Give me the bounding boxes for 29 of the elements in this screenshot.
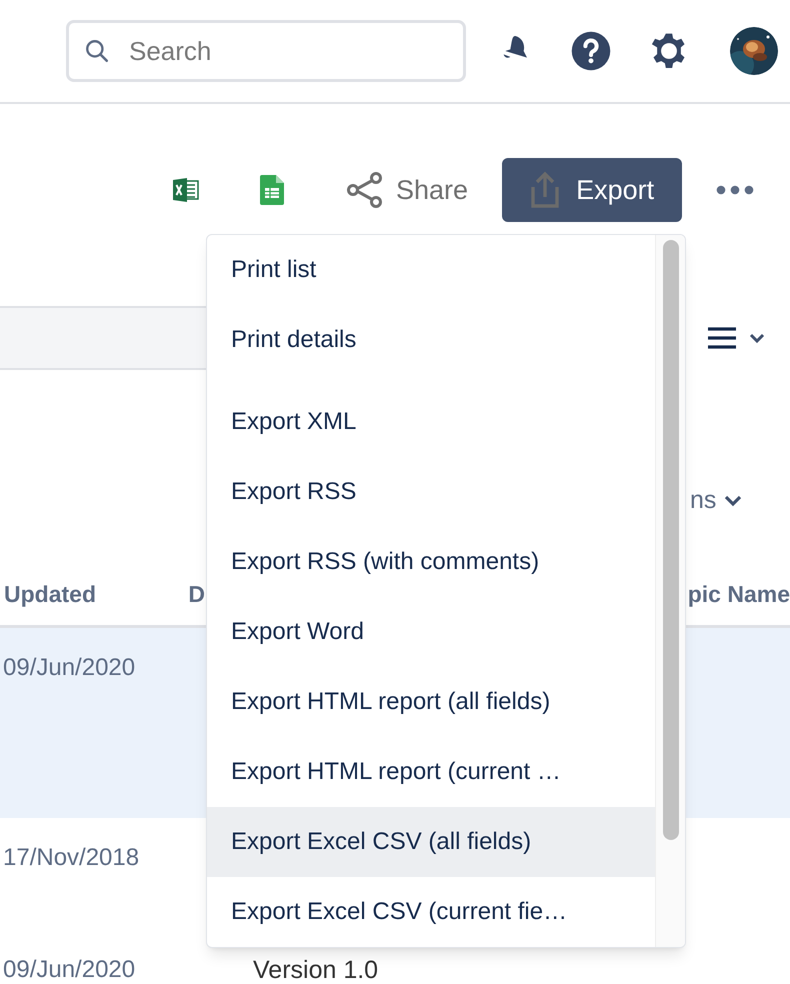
search-field[interactable]: Search [66,20,466,82]
more-icon[interactable] [716,185,754,195]
menu-item[interactable]: Print list [207,235,656,305]
menu-item[interactable]: Export XML [207,387,656,457]
menu-item[interactable]: Print details [207,305,656,375]
upload-icon [530,171,560,209]
scrollbar-thumb[interactable] [663,240,680,840]
table-cell-text: 09/Jun/2020 [3,653,136,683]
table-cell-text: 09/Jun/2020 [3,955,136,984]
menu-item[interactable]: Export RSS [207,457,656,527]
column-header[interactable]: Updated [4,576,188,611]
scrollbar-track[interactable] [655,235,685,947]
menu-item[interactable]: Export HTML report (current … [207,737,656,807]
sheet-file-icon[interactable] [260,175,284,205]
menu-item[interactable]: Export RSS (with comments) [207,527,656,597]
search-icon [84,38,110,64]
chevron-down-icon[interactable] [724,495,742,507]
menu-item[interactable]: Export Excel CSV (all fields) [207,807,656,877]
columns-label[interactable]: ns [690,482,716,520]
share-button[interactable]: Share [346,170,468,210]
help-icon[interactable] [570,30,612,72]
menu-item[interactable]: Export HTML report (all fields) [207,667,656,737]
spreadsheet-icon[interactable] [173,178,199,202]
list-view-icon[interactable] [708,327,766,349]
menu-item[interactable]: Export Word [207,597,656,667]
table-cell-text: Version 1.0 [253,955,378,984]
column-header[interactable]: pic Name [688,576,790,611]
export-button[interactable]: Export [502,158,682,222]
share-icon [346,171,384,209]
